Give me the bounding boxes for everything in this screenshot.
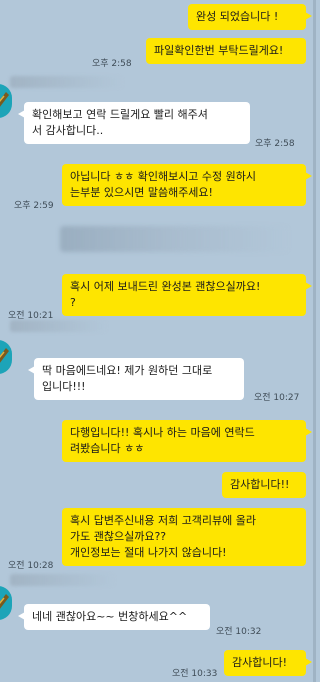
profile-avatar-icon[interactable] [0,84,12,118]
chat-thread: 완성 되었습니다 ! 파일확인한번 부탁드릴게요! 오후 2:58 확인해보고 … [0,0,316,682]
message-bubble-mine[interactable]: 다행입니다!! 혹시나 하는 마음에 연락드 려봤습니다 ㅎㅎ [62,420,312,462]
message-timestamp: 오후 2:59 [14,201,54,211]
profile-avatar-icon[interactable] [0,340,12,374]
sender-name-redacted [10,320,106,332]
redacted-message [60,226,288,252]
scrollbar-track[interactable] [313,0,316,682]
message-bubble-mine[interactable]: 감사합니다!! [222,472,306,498]
sender-name-redacted [10,574,114,586]
message-bubble-theirs[interactable]: 네네 괜찮아요~~ 번창하세요^^ [18,604,210,630]
message-timestamp: 오전 10:28 [8,561,54,571]
message-timestamp: 오전 10:27 [254,393,300,403]
sender-name-redacted [10,76,122,88]
message-timestamp: 오전 10:33 [172,669,218,679]
message-bubble-mine[interactable]: 감사합니다! [224,650,312,676]
message-bubble-theirs[interactable]: 딱 마음에드네요! 제가 원하던 그대로 입니다!!! [28,358,244,400]
message-timestamp: 오전 10:32 [216,627,262,637]
message-bubble-mine[interactable]: 파일확인한번 부탁드릴게요! [146,38,306,64]
message-bubble-theirs[interactable]: 확인해보고 연락 드릴게요 빨리 해주셔 서 감사합니다.. [18,102,250,144]
message-timestamp: 오후 2:58 [255,139,295,149]
message-timestamp: 오후 2:58 [92,59,132,69]
profile-avatar-icon[interactable] [0,586,12,620]
message-bubble-mine[interactable]: 혹시 답변주신내용 저희 고객리뷰에 올라 가도 괜찮으실까요?? 개인정보는 … [62,508,306,566]
message-bubble-mine[interactable]: 완성 되었습니다 ! [188,4,312,30]
message-bubble-mine[interactable]: 혹시 어제 보내드린 완성본 괜찮으실까요! ? [62,274,312,316]
message-bubble-mine[interactable]: 아닙니다 ㅎㅎ 확인해보시고 수정 원하시 는부분 있으시면 말씀해주세요! [62,164,312,206]
